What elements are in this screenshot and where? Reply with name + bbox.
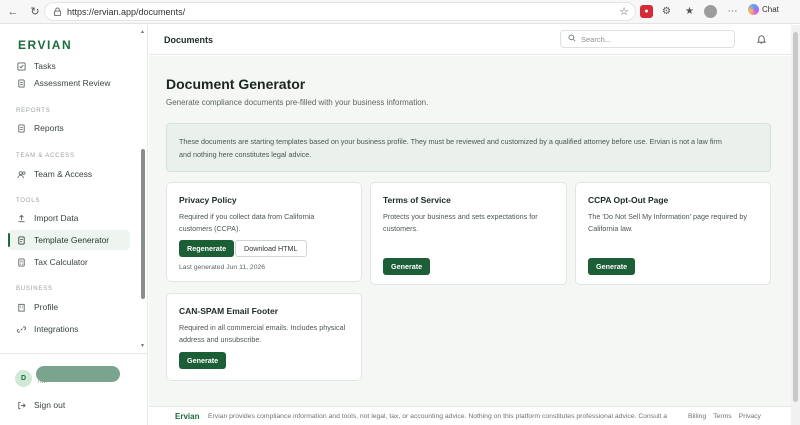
document-card-can-spam-footer: CAN-SPAM Email Footer Required in all co… — [166, 293, 362, 381]
card-title: CCPA Opt-Out Page — [588, 195, 669, 205]
sidebar: ERVIAN Tasks Assessment Review REPORTS R… — [0, 25, 148, 425]
notification-bell-icon[interactable] — [755, 33, 767, 45]
back-icon[interactable]: ← — [4, 3, 22, 21]
sidebar-item-team-access[interactable]: Team & Access — [8, 164, 130, 184]
document-card-terms-of-service: Terms of Service Protects your business … — [370, 182, 567, 285]
last-generated-text: Last generated Jun 11, 2026 — [179, 264, 266, 271]
sidebar-item-profile[interactable]: Profile — [8, 297, 130, 317]
sidebar-item-label: Reports — [34, 123, 64, 133]
sidebar-scroll-down-icon[interactable]: ▼ — [140, 343, 145, 349]
document-icon — [16, 78, 27, 89]
sidebar-item-import-data[interactable]: Import Data — [8, 208, 130, 228]
bookmark-star-icon[interactable]: ☆ — [619, 5, 629, 18]
sidebar-item-template-generator[interactable]: Template Generator — [8, 230, 130, 250]
search-input[interactable] — [581, 34, 721, 44]
footer-links: Billing Terms Privacy — [688, 413, 761, 420]
upload-icon — [16, 213, 27, 224]
template-icon — [16, 235, 27, 246]
search-box[interactable] — [560, 30, 735, 48]
legal-notice: These documents are starting templates b… — [166, 123, 771, 172]
section-heading-business: BUSINESS — [16, 286, 53, 292]
main-subtitle: Generate compliance documents pre-filled… — [166, 98, 429, 107]
search-icon — [568, 34, 576, 44]
document-card-privacy-policy: Privacy Policy Required if you collect d… — [166, 182, 362, 282]
sidebar-item-label: Tax Calculator — [34, 257, 88, 267]
notice-text-line-2: and nothing here constitutes legal advic… — [179, 150, 312, 159]
generate-button[interactable]: Generate — [179, 352, 227, 369]
sidebar-item-label: Integrations — [34, 324, 79, 334]
extension-icon[interactable]: ● — [640, 5, 653, 18]
card-description: Required in all commercial emails. Inclu… — [179, 323, 346, 344]
sign-out-button[interactable]: Sign out — [8, 395, 130, 415]
sidebar-item-label: Assessment Review — [34, 78, 111, 88]
notice-text-line-1: These documents are starting templates b… — [179, 137, 722, 146]
card-description: The 'Do Not Sell My Information' page re… — [588, 212, 747, 233]
user-name-redacted — [36, 366, 120, 382]
section-heading-reports: REPORTS — [16, 108, 51, 114]
checklist-icon — [16, 61, 27, 72]
main-heading: Document Generator — [166, 76, 306, 92]
sidebar-item-label: Template Generator — [34, 235, 110, 245]
document-icon — [16, 123, 27, 134]
section-heading-tools: TOOLS — [16, 198, 41, 204]
sidebar-item-label: Team & Access — [34, 169, 93, 179]
sidebar-scroll-up-icon[interactable]: ▲ — [140, 29, 145, 35]
generate-button[interactable]: Generate — [588, 258, 636, 275]
sidebar-item-label: Import Data — [34, 213, 79, 223]
favorites-icon[interactable]: ★ — [683, 5, 696, 18]
building-icon — [16, 302, 27, 313]
sign-out-label: Sign out — [34, 400, 66, 410]
footer-link-billing[interactable]: Billing — [688, 413, 706, 420]
page-title: Documents — [164, 35, 214, 45]
puzzle-icon[interactable]: ⚙ — [660, 5, 673, 18]
logo[interactable]: ERVIAN — [18, 38, 72, 52]
card-title: CAN-SPAM Email Footer — [179, 306, 279, 316]
avatar[interactable]: D — [15, 370, 32, 387]
card-description: Required if you collect data from Califo… — [179, 212, 315, 233]
copilot-icon — [748, 4, 759, 15]
reload-icon[interactable]: ↻ — [26, 3, 44, 21]
profile-avatar[interactable] — [704, 5, 717, 18]
document-card-ccpa-opt-out: CCPA Opt-Out Page The 'Do Not Sell My In… — [575, 182, 771, 285]
card-title: Terms of Service — [383, 195, 451, 205]
sidebar-item-label: Profile — [34, 302, 59, 312]
url-text: https://ervian.app/documents/ — [67, 6, 186, 17]
link-icon — [16, 324, 27, 335]
sidebar-item-assessment-review[interactable]: Assessment Review — [8, 73, 130, 93]
team-icon — [16, 169, 27, 180]
sidebar-item-integrations[interactable]: Integrations — [8, 319, 130, 339]
generate-button[interactable]: Generate — [383, 258, 431, 275]
page-footer: Ervian Ervian provides compliance inform… — [149, 406, 800, 425]
footer-brand: Ervian — [175, 412, 200, 421]
chat-label: Chat — [762, 5, 779, 14]
more-icon[interactable]: ⋯ — [726, 5, 739, 18]
calculator-icon — [16, 257, 27, 268]
download-html-button[interactable]: Download HTML — [235, 240, 307, 257]
page-header: Documents — [149, 25, 800, 55]
footer-link-privacy[interactable]: Privacy — [739, 413, 761, 420]
sign-out-icon — [16, 400, 27, 411]
card-description: Protects your business and sets expectat… — [383, 212, 538, 233]
address-bar[interactable]: https://ervian.app/documents/ ☆ — [44, 2, 636, 21]
sidebar-item-tax-calculator[interactable]: Tax Calculator — [8, 252, 130, 272]
lock-icon — [51, 6, 63, 18]
regenerate-button[interactable]: Regenerate — [179, 240, 235, 257]
footer-link-terms[interactable]: Terms — [713, 413, 732, 420]
user-panel: D hw Sign out — [0, 353, 148, 425]
sidebar-item-label: Tasks — [34, 61, 56, 71]
footer-disclaimer: Ervian provides compliance information a… — [208, 413, 668, 420]
sidebar-scrollbar[interactable] — [141, 149, 145, 299]
sidebar-item-reports[interactable]: Reports — [8, 118, 130, 138]
main-content: Document Generator Generate compliance d… — [149, 56, 800, 425]
window-scrollbar[interactable] — [793, 32, 798, 402]
chat-button[interactable]: Chat — [748, 4, 779, 15]
card-title: Privacy Policy — [179, 195, 237, 205]
section-heading-team: TEAM & ACCESS — [16, 153, 75, 159]
